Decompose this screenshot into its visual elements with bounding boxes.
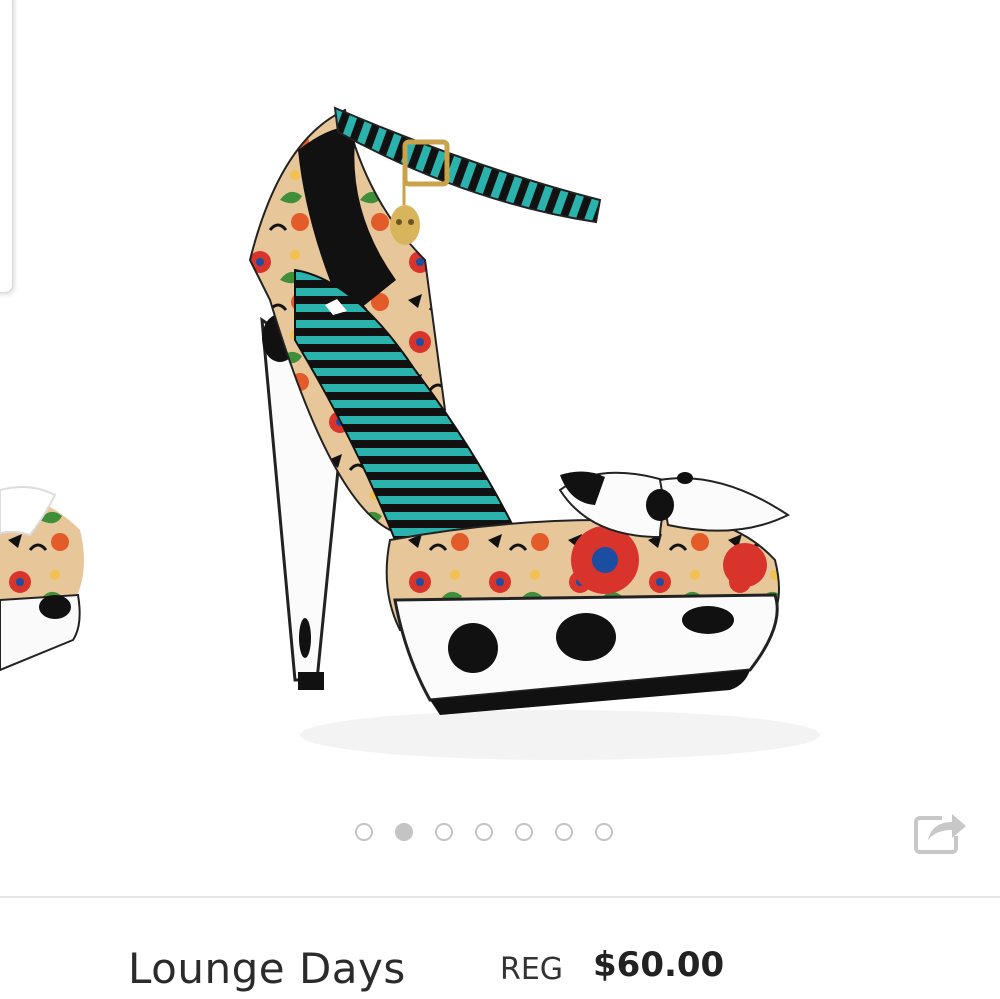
photo-gallery[interactable]: [0, 0, 1000, 895]
gallery-dot[interactable]: [555, 823, 573, 841]
price-label: REG: [500, 952, 564, 987]
gallery-dot[interactable]: [515, 823, 533, 841]
previous-shoe-peek: [0, 485, 84, 672]
gallery-dot[interactable]: [475, 823, 493, 841]
listing-price: $60.00: [593, 945, 725, 985]
gallery-dot[interactable]: [355, 823, 373, 841]
section-divider: [0, 896, 1000, 898]
listing-title: Lounge Days: [128, 944, 406, 993]
share-arrow-icon[interactable]: [912, 806, 968, 856]
gallery-pagination[interactable]: [355, 823, 613, 841]
gallery-dot-active[interactable]: [395, 823, 413, 841]
gallery-dot[interactable]: [435, 823, 453, 841]
gallery-dot[interactable]: [595, 823, 613, 841]
listing-screen: Lounge Days REG $60.00: [0, 0, 1000, 999]
product-photo-shoe: [0, 106, 820, 760]
